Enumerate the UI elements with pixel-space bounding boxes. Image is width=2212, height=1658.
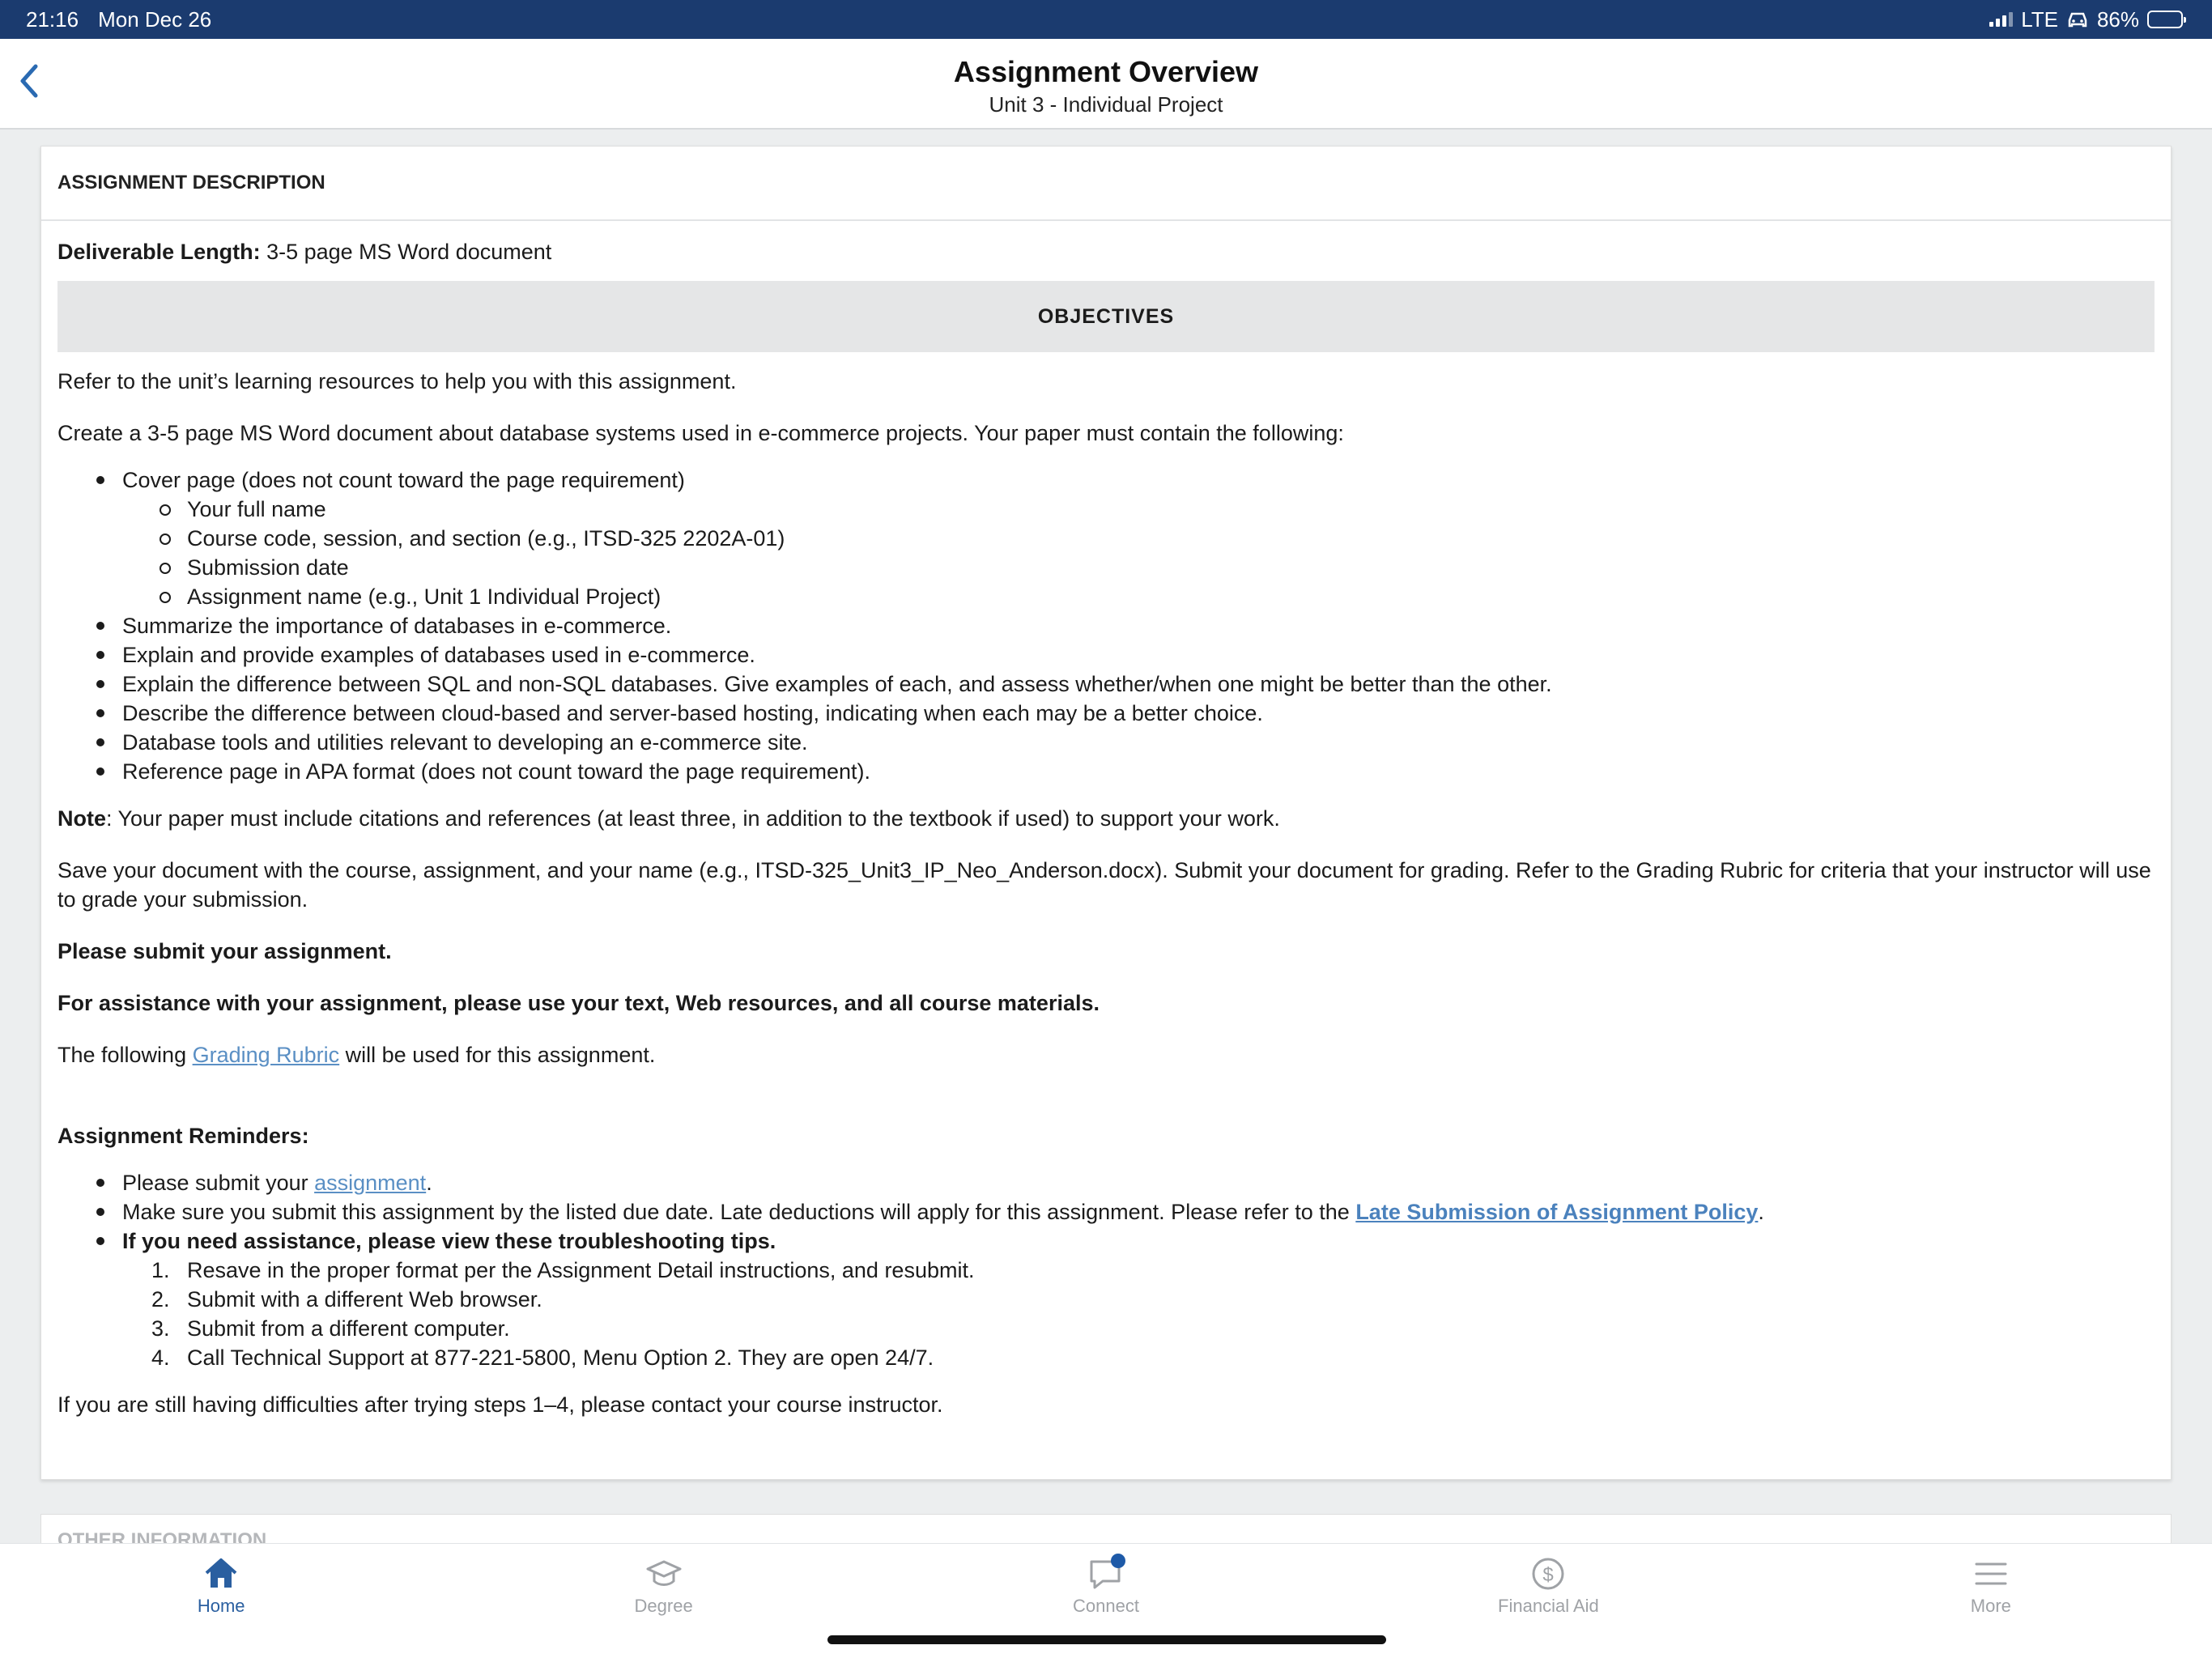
svg-text:$: $ [1543, 1564, 1554, 1586]
tab-label: Degree [634, 1596, 693, 1616]
closing-text: If you are still having difficulties aft… [57, 1392, 943, 1417]
numbered-item: 2. Submit with a different Web browser. [122, 1285, 2155, 1314]
tab-label: Home [197, 1596, 245, 1616]
home-icon [202, 1555, 240, 1592]
status-left: 21:16 Mon Dec 26 [26, 7, 211, 32]
objectives-heading: OBJECTIVES [57, 281, 2155, 352]
sub-list-item: Your full name [122, 495, 2155, 524]
list-item: Describe the difference between cloud-ba… [57, 699, 2155, 728]
list-item: Summarize the importance of databases in… [57, 611, 2155, 640]
reminders-heading: Assignment Reminders: [57, 1124, 309, 1148]
reminder-submit-prefix: Please submit your [122, 1171, 315, 1195]
tab-label: Financial Aid [1498, 1596, 1599, 1616]
tab-degree[interactable]: Degree [442, 1544, 884, 1658]
assignment-link[interactable]: assignment [314, 1171, 426, 1195]
note-body: : Your paper must include citations and … [106, 806, 1280, 831]
list-item: Make sure you submit this assignment by … [57, 1197, 2155, 1226]
list-item: Cover page (does not count toward the pa… [57, 466, 2155, 611]
reminder-submit-suffix: . [426, 1171, 432, 1195]
deliverable-label: Deliverable Length: [57, 240, 261, 264]
deliverable-length: Deliverable Length: 3-5 page MS Word doc… [57, 237, 2155, 266]
graduation-cap-icon [644, 1555, 683, 1592]
list-item: Please submit your assignment. [57, 1168, 2155, 1197]
tab-label: Connect [1073, 1596, 1139, 1616]
reminder-due-suffix: . [1758, 1200, 1764, 1224]
nav-header: Assignment Overview Unit 3 - Individual … [0, 39, 2212, 130]
intro-text: Refer to the unit’s learning resources t… [57, 369, 737, 393]
status-right: LTE 86% [1989, 6, 2186, 32]
card-header: ASSIGNMENT DESCRIPTION [41, 147, 2171, 221]
task-text: Create a 3-5 page MS Word document about… [57, 421, 1344, 445]
tab-home[interactable]: Home [0, 1544, 442, 1658]
step-text: Submit with a different Web browser. [187, 1287, 542, 1312]
battery-percent: 86% [2096, 6, 2139, 32]
status-date: Mon Dec 26 [98, 6, 212, 32]
reminders-list: Please submit your assignment. Make sure… [57, 1168, 2155, 1372]
notification-badge [1111, 1554, 1126, 1568]
assignment-description-card: ASSIGNMENT DESCRIPTION Deliverable Lengt… [40, 146, 2172, 1480]
list-item: Explain the difference between SQL and n… [57, 670, 2155, 699]
tab-more[interactable]: More [1770, 1544, 2212, 1658]
car-icon [2068, 12, 2087, 28]
network-label: LTE [2021, 6, 2058, 32]
battery-icon [2147, 11, 2186, 28]
sub-list-item: Submission date [122, 553, 2155, 582]
chat-bubble-icon [1087, 1554, 1126, 1592]
rubric-suffix: will be used for this assignment. [339, 1043, 656, 1067]
status-bar: 21:16 Mon Dec 26 LTE 86% [0, 0, 2212, 39]
page-title: Assignment Overview [953, 55, 1259, 88]
list-item: Database tools and utilities relevant to… [57, 728, 2155, 757]
home-indicator [827, 1635, 1386, 1644]
step-text: Submit from a different computer. [187, 1316, 510, 1341]
tab-label: More [1970, 1596, 2011, 1616]
rubric-prefix: The following [57, 1043, 193, 1067]
assistance-text: For assistance with your assignment, ple… [57, 991, 1100, 1015]
cover-page-item: Cover page (does not count toward the pa… [122, 468, 685, 492]
grading-rubric-link[interactable]: Grading Rubric [193, 1043, 340, 1067]
step-number: 2. [151, 1287, 170, 1312]
step-text: Call Technical Support at 877-221-5800, … [187, 1346, 934, 1370]
list-item: Reference page in APA format (does not c… [57, 757, 2155, 786]
troubleshooting-heading: If you need assistance, please view thes… [122, 1229, 776, 1253]
save-instructions: Save your document with the course, assi… [57, 858, 2151, 912]
note-text: Note: Your paper must include citations … [57, 804, 2155, 833]
troubleshooting-list: 1. Resave in the proper format per the As… [122, 1256, 2155, 1372]
tab-financial-aid[interactable]: $ Financial Aid [1327, 1544, 1769, 1658]
menu-icon [1972, 1555, 2010, 1592]
rubric-text: The following Grading Rubric will be use… [57, 1040, 2155, 1069]
requirements-list: Cover page (does not count toward the pa… [57, 466, 2155, 786]
list-item: Explain and provide examples of database… [57, 640, 2155, 670]
step-number: 4. [151, 1346, 170, 1370]
sub-list-item: Assignment name (e.g., Unit 1 Individual… [122, 582, 2155, 611]
deliverable-value: 3-5 page MS Word document [266, 240, 552, 264]
numbered-item: 4. Call Technical Support at 877-221-5800… [122, 1343, 2155, 1372]
sub-list-item: Course code, session, and section (e.g.,… [122, 524, 2155, 553]
late-submission-policy-link[interactable]: Late Submission of Assignment Policy [1355, 1200, 1758, 1224]
dollar-icon: $ [1529, 1555, 1568, 1592]
reminder-due-prefix: Make sure you submit this assignment by … [122, 1200, 1356, 1224]
card-body: Deliverable Length: 3-5 page MS Word doc… [41, 221, 2171, 1419]
step-text: Resave in the proper format per the Assi… [187, 1258, 975, 1282]
numbered-item: 1. Resave in the proper format per the As… [122, 1256, 2155, 1285]
step-number: 1. [151, 1258, 170, 1282]
signal-icon [1989, 12, 2014, 27]
submit-prompt: Please submit your assignment. [57, 939, 392, 963]
page-subtitle: Unit 3 - Individual Project [989, 92, 1223, 117]
status-time: 21:16 [26, 6, 79, 32]
cover-page-sublist: Your full name Course code, session, and… [122, 495, 2155, 611]
note-label: Note [57, 806, 106, 831]
numbered-item: 3. Submit from a different computer. [122, 1314, 2155, 1343]
step-number: 3. [151, 1316, 170, 1341]
list-item: If you need assistance, please view thes… [57, 1226, 2155, 1372]
